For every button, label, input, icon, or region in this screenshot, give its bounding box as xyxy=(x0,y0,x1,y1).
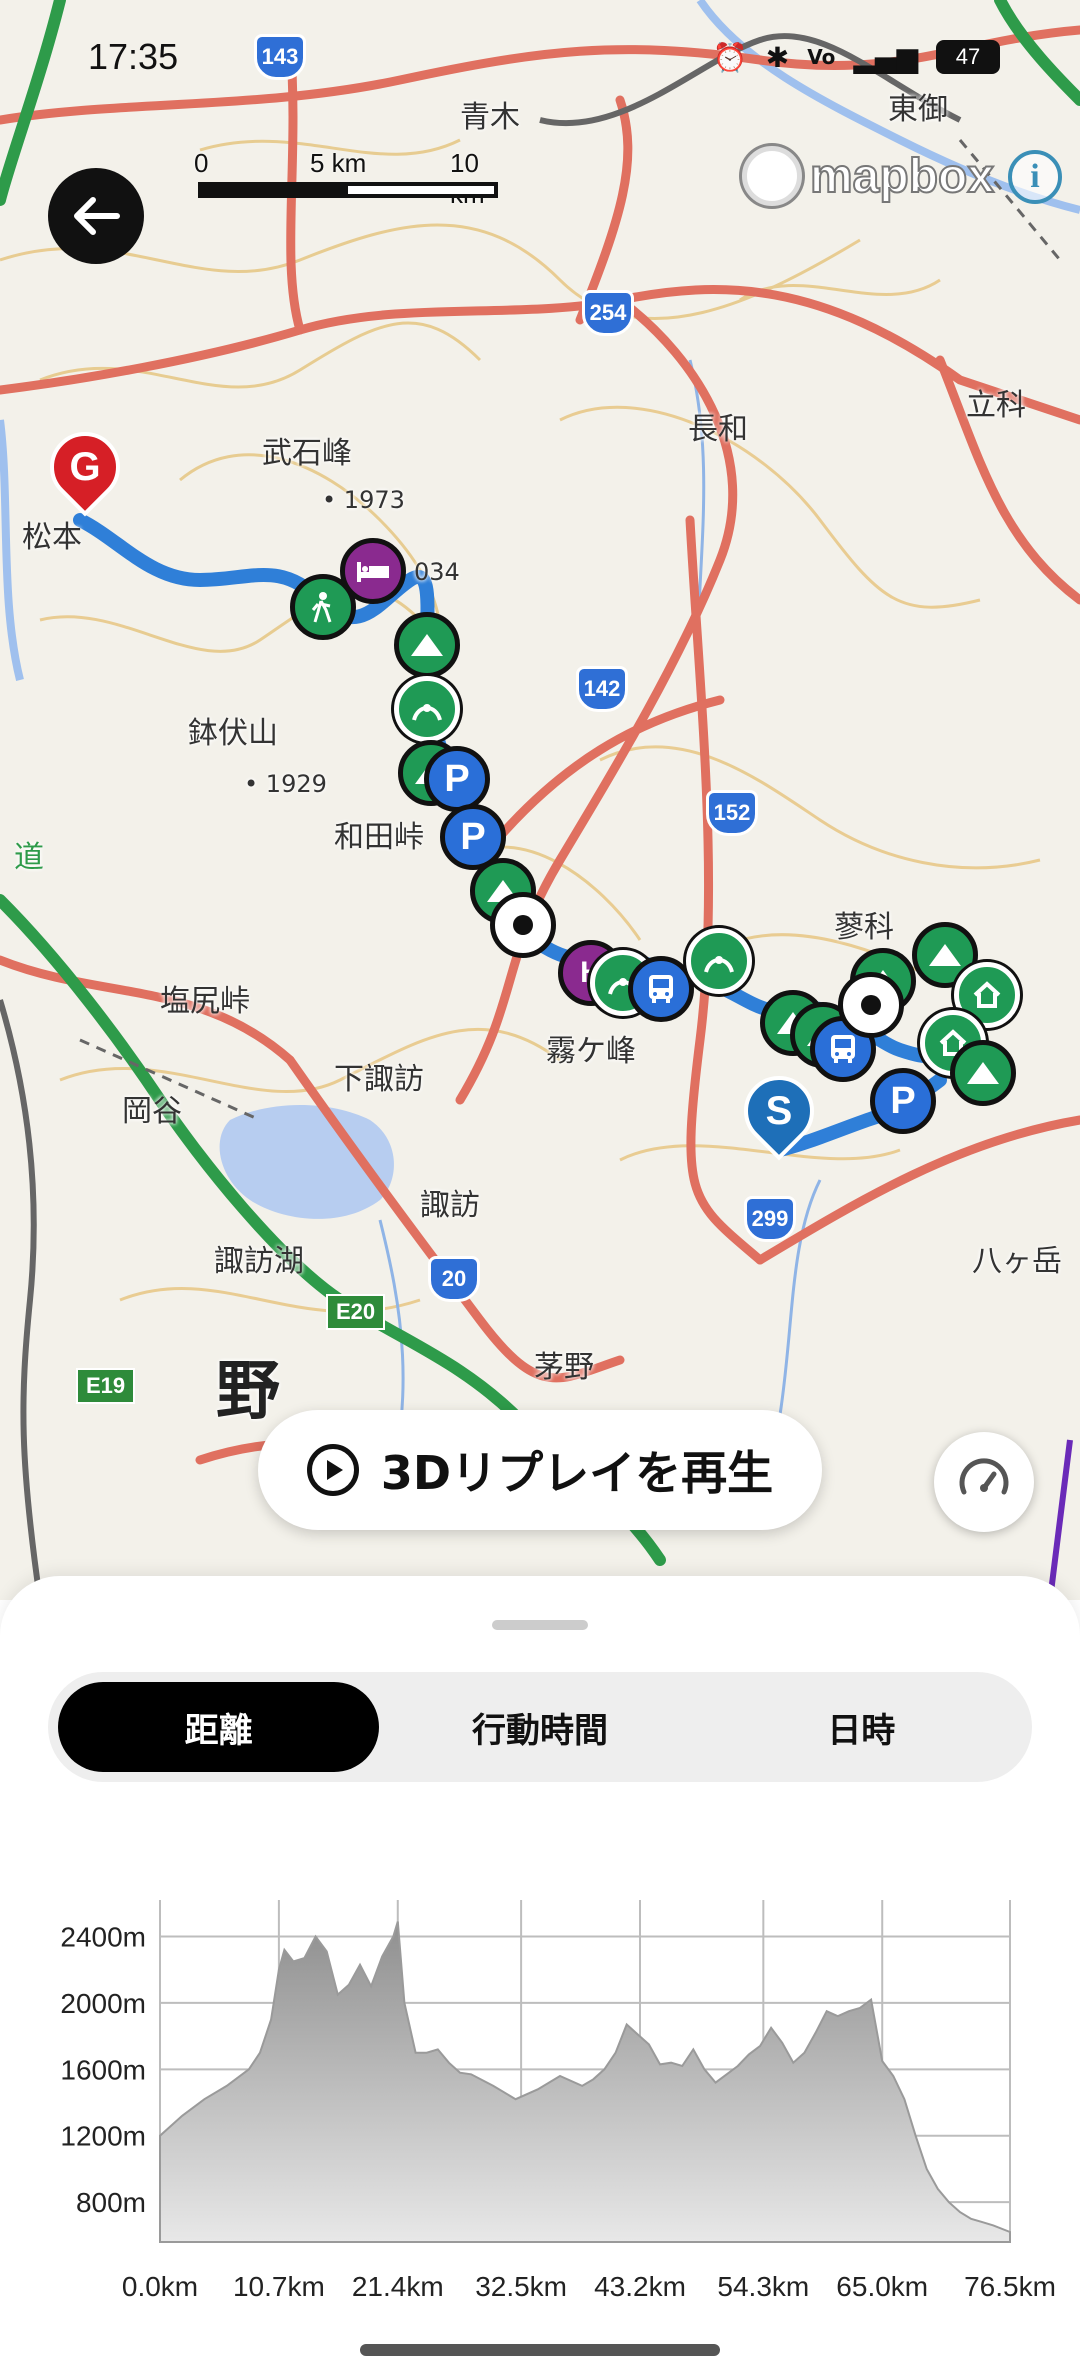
back-button[interactable] xyxy=(48,168,144,264)
bus-stop-marker[interactable] xyxy=(628,956,694,1022)
status-time: 17:35 xyxy=(88,36,179,77)
summit-marker[interactable] xyxy=(394,612,460,678)
info-icon: i xyxy=(1030,158,1040,195)
y-tick-label: 1600m xyxy=(60,2054,146,2085)
map-scale-bar: 0 5 km 10 km xyxy=(194,148,498,209)
y-tick-label: 2400m xyxy=(60,1922,146,1953)
expressway-badge-e19: E19 xyxy=(76,1368,136,1404)
x-tick-label: 0.0km xyxy=(122,2271,198,2302)
scale-label-zero: 0 xyxy=(194,148,209,178)
region-label-nagano: 野 xyxy=(216,1355,280,1429)
home-indicator[interactable] xyxy=(360,2344,720,2356)
peak-label-hachibuse: 鉢伏山 xyxy=(188,716,278,751)
attribution-info-button[interactable]: i xyxy=(1008,150,1062,204)
parking-marker[interactable]: P xyxy=(870,1068,936,1134)
place-label-tateshina: 立科 xyxy=(966,388,1026,423)
volte-icon: Vo xyxy=(807,45,836,69)
lake-label-suwako: 諏訪湖 xyxy=(214,1244,304,1279)
x-tick-label: 10.7km xyxy=(233,2271,325,2302)
elevation-chart-svg: 0.0km 10.7km 21.4km 32.5km 43.2km 54.3km 65.0k… xyxy=(60,1900,1056,2302)
viewpoint-marker[interactable] xyxy=(686,928,752,994)
parking-marker[interactable]: P xyxy=(424,746,490,812)
viewpoint-icon xyxy=(412,704,442,721)
x-tick-label: 32.5km xyxy=(475,2271,567,2302)
sheet-drag-handle[interactable] xyxy=(492,1620,588,1630)
waypoint-dot-icon xyxy=(861,995,881,1015)
y-tick-label: 2000m xyxy=(60,1988,146,2019)
x-tick-label: 76.5km xyxy=(964,2271,1056,2302)
road-label-michi: 道 xyxy=(14,840,44,875)
road-badge-20: 20 xyxy=(428,1256,480,1302)
peak-label-tateshina: 蓼科 xyxy=(834,910,894,945)
scale-bar-graphic xyxy=(198,182,498,198)
scale-label-mid: 5 km xyxy=(310,148,367,178)
elevation-label-1929: • 1929 xyxy=(244,770,327,798)
road-badge-254: 254 xyxy=(582,290,634,336)
road-badge-299: 299 xyxy=(744,1196,796,1242)
x-tick-label: 65.0km xyxy=(836,2271,928,2302)
place-label-shimosuwa: 下諏訪 xyxy=(334,1062,424,1097)
arrow-left-icon xyxy=(74,197,120,235)
replay-3d-label: 3Dリプレイを再生 xyxy=(380,1446,774,1500)
speedometer-icon xyxy=(959,1458,1009,1495)
tab-moving-time[interactable]: 行動時間 xyxy=(379,1682,700,1772)
signal-4g-icon: ▂▄▆ xyxy=(853,40,918,74)
bluetooth-icon: ✱ xyxy=(765,40,790,74)
status-bar: 17:35 ⏰ ✱ Vo ▂▄▆ 47 xyxy=(0,0,1080,120)
lodging-marker[interactable] xyxy=(340,538,406,604)
mapbox-logo-icon xyxy=(742,146,802,206)
map-view[interactable]: 青木 東御 長和 立科 武石峰 • 1973 034 鉢伏山 • 1929 和田… xyxy=(0,0,1080,1600)
x-tick-label: 21.4km xyxy=(352,2271,444,2302)
place-label-nagawa: 長和 xyxy=(688,412,748,447)
place-label-chino: 茅野 xyxy=(534,1350,594,1385)
peak-label-hachigatake: 八ヶ岳 xyxy=(972,1244,1062,1279)
place-label-matsumoto: 松本 xyxy=(22,520,82,555)
scale-label-max: 10 km xyxy=(450,148,485,209)
bed-icon xyxy=(357,562,389,582)
viewpoint-marker[interactable] xyxy=(394,676,460,742)
peak-label-takeishi: 武石峰 xyxy=(262,436,352,471)
waypoint-marker[interactable] xyxy=(490,892,556,958)
alarm-icon: ⏰ xyxy=(712,40,748,74)
pass-label-shiojiri: 塩尻峠 xyxy=(160,984,250,1019)
x-tick-label: 43.2km xyxy=(594,2271,686,2302)
bottom-sheet: 距離 行動時間 日時 0.0km 10.7km 21.4km 32.5km 43.2km… xyxy=(0,1576,1080,2374)
summit-marker[interactable] xyxy=(950,1040,1016,1106)
elevation-label-2034: 034 xyxy=(414,558,460,586)
mapbox-logo: mapbox xyxy=(742,144,995,208)
x-tick-label: 54.3km xyxy=(717,2271,809,2302)
hut-icon xyxy=(973,981,1001,1008)
bus-icon xyxy=(649,975,673,1003)
y-tick-label: 1200m xyxy=(60,2121,146,2152)
road-badge-142: 142 xyxy=(576,666,628,712)
x-axis-mode-tabs: 距離 行動時間 日時 xyxy=(48,1672,1032,1782)
pass-label-wada: 和田峠 xyxy=(334,820,424,855)
elevation-label-1973: • 1973 xyxy=(322,486,405,514)
waypoint-marker[interactable] xyxy=(838,972,904,1038)
replay-3d-button[interactable]: 3Dリプレイを再生 xyxy=(258,1410,822,1530)
waypoint-dot-icon xyxy=(513,915,533,935)
tab-distance[interactable]: 距離 xyxy=(58,1682,380,1772)
app-screen: 青木 東御 長和 立科 武石峰 • 1973 034 鉢伏山 • 1929 和田… xyxy=(0,0,1080,2374)
viewpoint-icon xyxy=(704,956,734,973)
place-label-suwa: 諏訪 xyxy=(420,1188,480,1223)
play-icon xyxy=(306,1444,359,1496)
mapbox-wordmark: mapbox xyxy=(809,149,995,204)
y-tick-label: 800m xyxy=(76,2187,146,2218)
place-label-okaya: 岡谷 xyxy=(122,1094,182,1129)
peak-label-kirigamine: 霧ケ峰 xyxy=(546,1034,636,1069)
hiker-icon xyxy=(311,592,332,623)
expressway-badge-e20: E20 xyxy=(326,1294,386,1330)
playback-speed-button[interactable] xyxy=(934,1432,1034,1532)
elevation-chart[interactable]: 0.0km 10.7km 21.4km 32.5km 43.2km 54.3km 65.0k… xyxy=(0,1856,1080,2374)
status-icons: ⏰ ✱ Vo ▂▄▆ 47 xyxy=(713,40,1000,74)
bus-icon xyxy=(831,1035,855,1063)
battery-icon: 47 xyxy=(936,40,1000,74)
tab-datetime[interactable]: 日時 xyxy=(701,1682,1022,1772)
road-badge-152: 152 xyxy=(706,790,758,836)
